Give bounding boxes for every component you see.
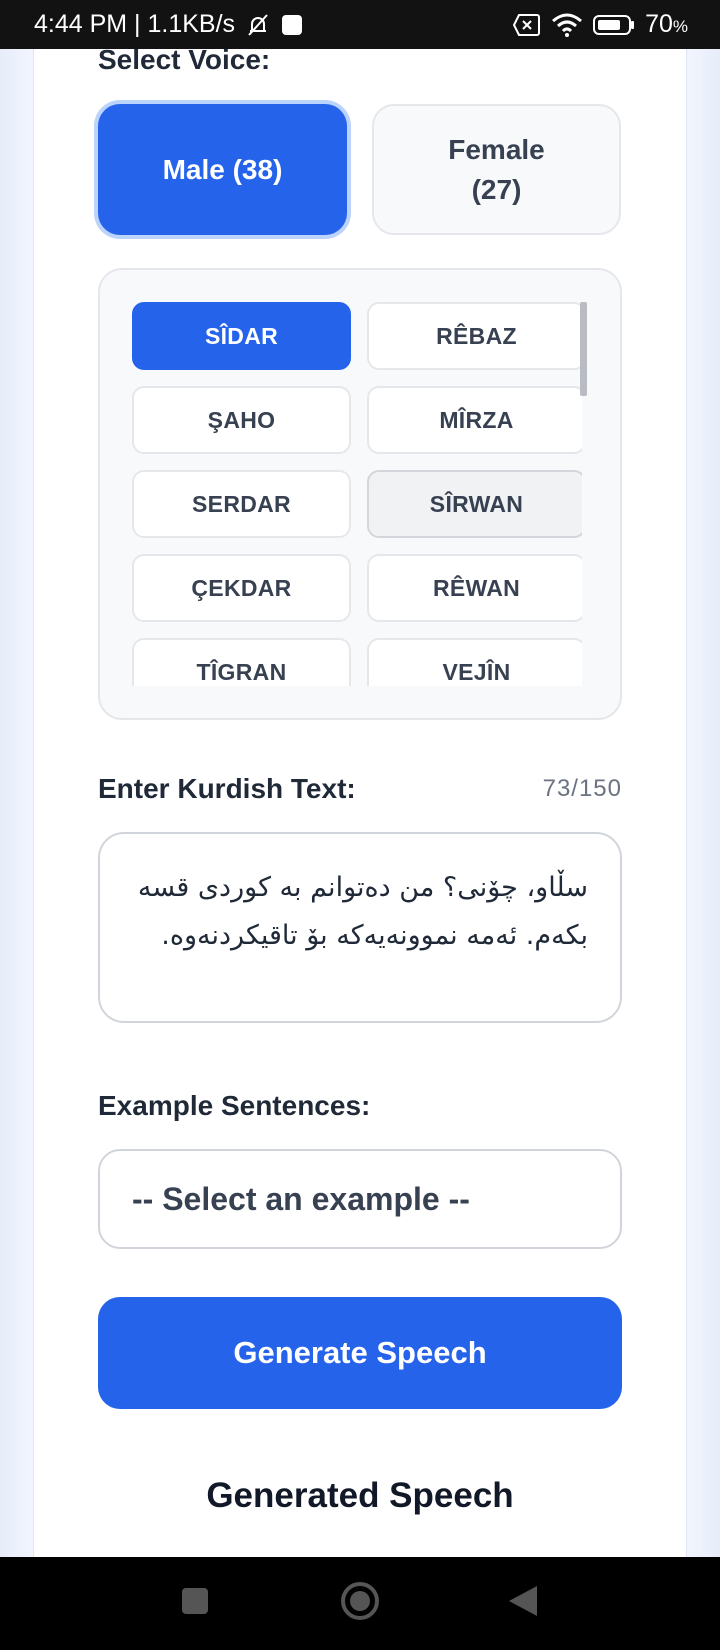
select-voice-label: Select Voice:	[98, 44, 271, 75]
status-left: 4:44 PM | 1.1KB/s	[34, 10, 303, 39]
example-select-value: -- Select an example --	[132, 1180, 470, 1217]
home-button[interactable]	[315, 1557, 405, 1650]
voice-grid[interactable]: SÎDAR RÊBAZ ŞAHO MÎRZA SERDAR SÎRWAN ÇEKDAR RÊW…	[132, 302, 582, 686]
recents-button[interactable]	[150, 1557, 240, 1650]
female-voice-button[interactable]: Female (27)	[372, 104, 621, 235]
status-bar: 4:44 PM | 1.1KB/s 70%	[0, 0, 720, 49]
voice-option[interactable]: RÊWAN	[367, 554, 582, 622]
sim-off-icon	[513, 13, 541, 37]
voice-option[interactable]: SÎRWAN	[367, 470, 582, 538]
battery-icon	[593, 14, 635, 36]
notification-icon	[281, 14, 303, 36]
example-select[interactable]: -- Select an example --	[98, 1149, 622, 1249]
male-voice-button[interactable]: Male (38)	[98, 104, 347, 235]
circle-icon	[339, 1580, 381, 1627]
generated-speech-title: Generated Speech	[206, 1476, 514, 1515]
enter-text-label: Enter Kurdish Text:	[98, 773, 356, 804]
wifi-icon	[551, 13, 583, 37]
voice-option[interactable]: SÎDAR	[132, 302, 351, 370]
male-voice-label: Male (38)	[162, 153, 283, 185]
back-button[interactable]	[478, 1557, 568, 1650]
voice-option[interactable]: TÎGRAN	[132, 638, 351, 686]
voice-option[interactable]: ÇEKDAR	[132, 554, 351, 622]
generate-speech-button[interactable]: Generate Speech	[98, 1297, 622, 1409]
battery-percent: 70%	[645, 10, 688, 38]
kurdish-text-input[interactable]: سڵاو، چۆنی؟ من دەتوانم بە کوردی قسە بکەم…	[98, 832, 622, 1023]
voice-option[interactable]: VEJÎN	[367, 638, 582, 686]
female-voice-label: Female (27)	[448, 133, 545, 205]
generate-speech-label: Generate Speech	[233, 1335, 487, 1370]
bell-muted-icon	[245, 12, 271, 38]
voice-option[interactable]: ŞAHO	[132, 386, 351, 454]
voice-list-panel: SÎDAR RÊBAZ ŞAHO MÎRZA SERDAR SÎRWAN ÇEKDAR RÊW…	[98, 268, 622, 720]
square-icon	[180, 1586, 210, 1621]
voice-option[interactable]: SERDAR	[132, 470, 351, 538]
voice-option[interactable]: RÊBAZ	[367, 302, 582, 370]
voice-option[interactable]: MÎRZA	[367, 386, 582, 454]
triangle-back-icon	[507, 1584, 539, 1623]
character-count: 73/150	[542, 775, 622, 802]
status-time-speed: 4:44 PM | 1.1KB/s	[34, 10, 236, 38]
voice-list-scrollbar[interactable]	[580, 302, 587, 396]
status-right: 70%	[513, 10, 688, 39]
navigation-bar	[0, 1557, 720, 1650]
example-sentences-label: Example Sentences:	[98, 1090, 371, 1121]
